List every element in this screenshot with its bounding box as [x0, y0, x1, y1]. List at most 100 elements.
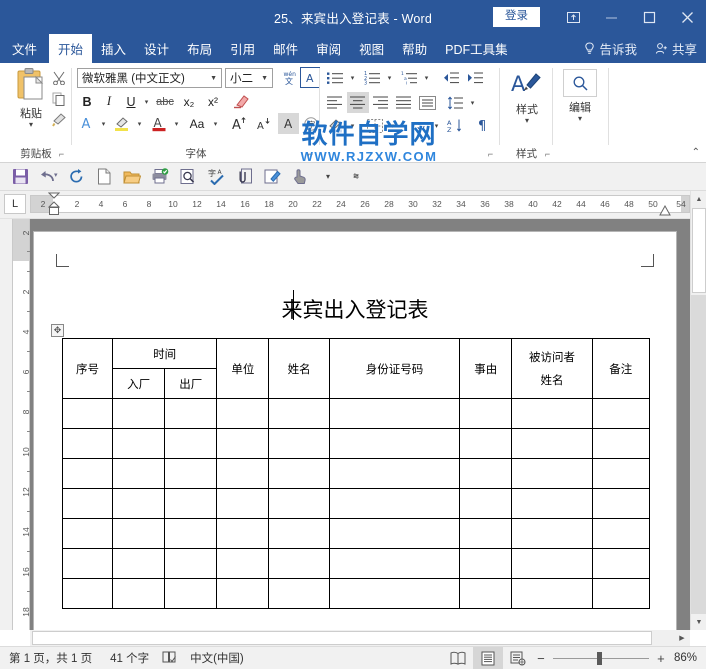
tab-view[interactable]: 视图 [350, 34, 393, 63]
tab-pdf-toolkit[interactable]: PDF工具集 [436, 34, 517, 63]
table-cell[interactable] [328, 428, 461, 459]
distribute-button[interactable] [416, 92, 438, 113]
table-cell[interactable] [112, 488, 166, 519]
asian-layout-button[interactable] [408, 115, 430, 136]
horizontal-scrollbar[interactable]: ▶ [30, 630, 690, 646]
table-cell[interactable] [511, 548, 593, 579]
table-cell[interactable] [328, 488, 461, 519]
table-cell[interactable] [112, 578, 166, 609]
sort-button[interactable]: AZ [444, 115, 466, 136]
table-cell[interactable] [164, 398, 218, 429]
table-cell[interactable] [112, 428, 166, 459]
undo-button[interactable]: ▾ [34, 165, 62, 189]
word-count[interactable]: 41 个字 [101, 650, 158, 666]
page-indicator[interactable]: 第 1 页，共 1 页 [0, 650, 101, 666]
text-effects-caret[interactable]: ▾ [98, 113, 109, 134]
proofing-status-icon[interactable] [158, 650, 181, 667]
table-cell[interactable] [511, 578, 593, 609]
web-layout-button[interactable] [503, 647, 533, 669]
table-row[interactable] [61, 428, 651, 459]
table-cell[interactable] [164, 518, 218, 549]
table-row[interactable] [61, 398, 651, 429]
table-row[interactable] [61, 458, 651, 489]
spelling-check-button[interactable]: 字A [202, 165, 230, 189]
table-cell[interactable] [164, 548, 218, 579]
zoom-thumb[interactable] [596, 651, 602, 665]
shading-button[interactable] [324, 115, 346, 136]
editing-button[interactable]: 编辑 ▾ [559, 69, 601, 139]
table-cell[interactable] [112, 548, 166, 579]
multilevel-list-caret[interactable]: ▾ [421, 67, 432, 88]
scroll-right-button[interactable]: ▶ [674, 630, 690, 646]
table-cell[interactable] [459, 458, 513, 489]
table-cell[interactable] [164, 428, 218, 459]
text-effects-button[interactable]: A [77, 113, 97, 134]
table-cell[interactable] [591, 578, 651, 609]
font-name-input[interactable]: 微软雅黑 (中文正文) ▼ [77, 68, 222, 88]
align-center-button[interactable] [347, 92, 369, 113]
touch-mode-button[interactable] [286, 165, 314, 189]
phonetic-guide-button[interactable]: wén 文 [278, 67, 299, 88]
shading-caret[interactable]: ▾ [347, 115, 358, 136]
header-cell-id-number[interactable]: 身份证号码 [328, 338, 461, 399]
highlight-caret[interactable]: ▾ [134, 113, 145, 134]
enclose-characters-button[interactable]: 字 [300, 113, 321, 134]
read-mode-button[interactable] [443, 647, 473, 669]
styles-button[interactable]: A 样式 ▾ [504, 69, 550, 139]
minimize-icon[interactable] [592, 0, 630, 34]
open-button[interactable] [118, 165, 146, 189]
sign-in-button[interactable]: 登录 [493, 6, 540, 28]
table-header-row-1[interactable]: 序号 时间 单位 姓名 身份证号码 事由 被访问者 姓名 备注 [61, 338, 651, 399]
print-preview-button[interactable] [174, 165, 202, 189]
line-spacing-caret[interactable]: ▾ [467, 92, 478, 113]
character-shading-button[interactable]: A [278, 113, 299, 134]
table-cell[interactable] [459, 548, 513, 579]
table-cell[interactable] [591, 398, 651, 429]
clipboard-dialog-launcher[interactable]: ⌐ [56, 149, 67, 160]
table-cell[interactable] [61, 428, 114, 459]
zoom-out-button[interactable]: − [533, 651, 549, 666]
multilevel-list-button[interactable]: 1ai [398, 67, 420, 88]
table-cell[interactable] [268, 428, 330, 459]
bold-button[interactable]: B [77, 91, 97, 112]
numbered-list-button[interactable]: 123 [361, 67, 383, 88]
align-left-button[interactable] [324, 92, 346, 113]
attach-button[interactable] [230, 165, 258, 189]
vertical-scroll-thumb[interactable] [692, 208, 706, 293]
table-cell[interactable] [61, 398, 114, 429]
table-cell[interactable] [164, 488, 218, 519]
table-cell[interactable] [511, 428, 593, 459]
table-cell[interactable] [459, 398, 513, 429]
new-document-button[interactable] [90, 165, 118, 189]
copy-button[interactable] [48, 88, 70, 109]
table-cell[interactable] [268, 518, 330, 549]
save-button[interactable] [6, 165, 34, 189]
header-cell-unit[interactable]: 单位 [216, 338, 270, 399]
table-cell[interactable] [328, 548, 461, 579]
tab-design[interactable]: 设计 [135, 34, 178, 63]
underline-dropdown-caret[interactable]: ▾ [141, 91, 152, 112]
table-cell[interactable] [591, 518, 651, 549]
zoom-slider[interactable] [552, 647, 649, 669]
styles-dialog-launcher[interactable]: ⌐ [542, 149, 553, 160]
horizontal-scroll-thumb[interactable] [32, 631, 652, 645]
tab-home[interactable]: 开始 [49, 34, 93, 63]
header-cell-index[interactable]: 序号 [61, 338, 114, 399]
font-color-button[interactable]: A [148, 113, 170, 134]
document-heading[interactable]: 来宾出入登记表 [34, 294, 676, 324]
tab-insert[interactable]: 插入 [92, 34, 135, 63]
character-border-button[interactable]: A [300, 67, 320, 88]
maximize-icon[interactable] [630, 0, 668, 34]
share-button[interactable]: 共享 [646, 34, 706, 63]
edit-note-button[interactable] [258, 165, 286, 189]
zoom-level[interactable]: 86% [669, 652, 706, 664]
header-cell-time[interactable]: 时间 [112, 338, 218, 369]
table-cell[interactable] [112, 398, 166, 429]
tab-file[interactable]: 文件 [0, 34, 49, 63]
language-indicator[interactable]: 中文(中国) [181, 650, 253, 666]
table-cell[interactable] [216, 488, 270, 519]
table-cell[interactable] [459, 518, 513, 549]
table-cell[interactable] [61, 488, 114, 519]
borders-caret[interactable]: ▾ [387, 115, 398, 136]
cut-button[interactable] [48, 67, 70, 88]
